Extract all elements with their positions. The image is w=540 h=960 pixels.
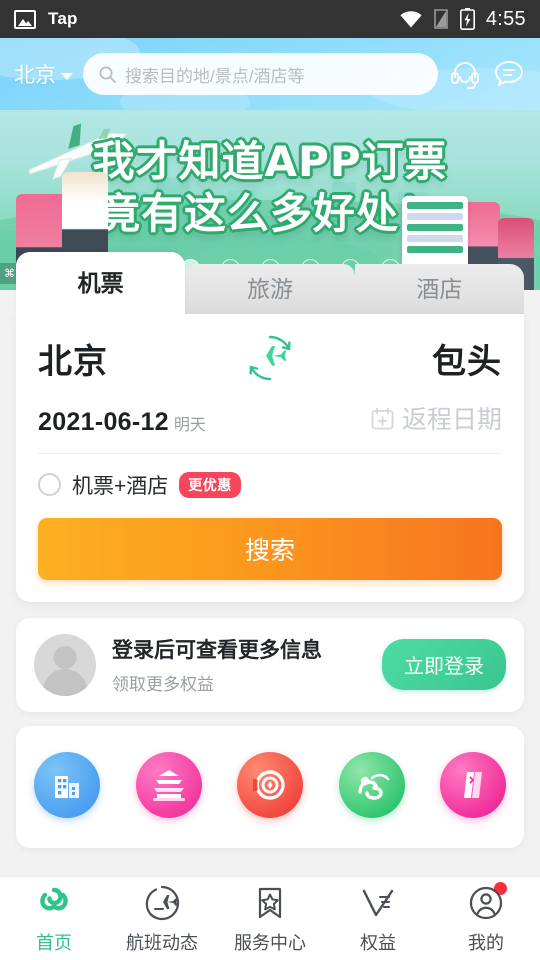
search-input[interactable]: 搜索目的地/景点/酒店等 [83,53,438,95]
nav-item-flight-status[interactable]: 航班动态 [108,883,216,955]
departure-city[interactable]: 北京 [38,334,108,383]
ad-logo-icon: ⌘ [4,268,15,280]
coupon-icon[interactable] [237,751,303,818]
app-header: 北京 搜索目的地/景点/酒店等 [0,38,540,110]
clock-label: 4:55 [485,7,526,30]
login-button[interactable]: 立即登录 [382,639,506,690]
tab-flights-label: 机票 [77,270,124,296]
nav-item-benefits-label: 权益 [360,932,396,953]
benefits-icon [358,883,398,923]
search-placeholder: 搜索目的地/景点/酒店等 [125,66,305,86]
booking-card: 机票 旅游 酒店 北京 包头 2021-06-12 明天 返程日期 机票+酒店 … [16,252,524,602]
nav-item-home-label: 首页 [36,932,72,953]
city-selector[interactable]: 北京 [14,59,73,89]
signal-icon [433,9,449,29]
hotel-icon[interactable] [34,751,100,818]
plane-swap-icon[interactable] [244,332,296,384]
nav-item-benefits[interactable]: 权益 [324,883,432,955]
app-name-label: Tap [48,9,78,28]
flight-hotel-label: 机票+酒店 [72,474,169,498]
nav-item-profile[interactable]: 我的 [432,881,540,955]
status-bar-right: 4:55 [400,8,526,31]
nav-item-home[interactable]: 首页 [0,883,108,955]
image-icon [14,9,36,29]
profile-icon [466,883,506,923]
nav-item-service-center-label: 服务中心 [234,932,306,953]
login-title: 登录后可查看更多信息 [112,639,322,662]
search-icon [99,66,116,83]
return-date-field[interactable]: 返程日期 [371,400,502,436]
chevron-down-icon [61,72,73,80]
route-row: 北京 包头 [38,332,502,384]
app-root: Tap 4:55 北京 搜索目的地/景点/酒店等 我才知道APP订票 竟有这么多… [0,0,540,960]
tab-hotels-label: 酒店 [416,276,463,302]
flight-hotel-checkbox[interactable] [38,473,61,496]
service-bookmark-icon [250,883,290,923]
bottom-navigation: 首页 航班动态 服务中心 权益 我的 [0,876,540,960]
departure-date-relative: 明天 [173,416,206,434]
message-icon[interactable] [492,57,526,91]
wifi-icon [400,10,422,28]
date-row: 2021-06-12 明天 返程日期 [38,400,502,454]
return-date-placeholder: 返程日期 [401,406,502,434]
home-spiral-icon [34,883,74,923]
tab-flights[interactable]: 机票 [16,252,186,314]
quick-entries [16,725,524,848]
ticket-icon[interactable] [440,751,506,818]
battery-charging-icon [459,8,475,31]
nav-item-profile-label: 我的 [468,932,504,953]
login-subtitle: 领取更多权益 [112,675,214,694]
tour-icon[interactable] [338,751,405,818]
flight-status-icon [142,883,182,923]
arrival-city[interactable]: 包头 [432,334,502,383]
search-button-label: 搜索 [244,536,295,565]
city-selector-label: 北京 [14,64,56,87]
departure-date-field[interactable]: 2021-06-12 明天 [38,408,206,437]
temple-icon[interactable] [135,751,202,818]
login-text: 登录后可查看更多信息 领取更多权益 [112,634,366,695]
flight-hotel-option[interactable]: 机票+酒店 更优惠 [38,470,502,500]
status-bar-left: Tap [14,9,78,29]
search-button[interactable]: 搜索 [38,517,502,580]
login-card[interactable]: 登录后可查看更多信息 领取更多权益 立即登录 [16,617,524,712]
tab-hotels[interactable]: 酒店 [354,264,524,314]
tab-tours-label: 旅游 [246,276,293,302]
tab-tours[interactable]: 旅游 [185,264,355,314]
calendar-icon [371,407,394,430]
headset-icon[interactable] [448,57,482,91]
nav-item-service-center[interactable]: 服务中心 [216,883,324,955]
booking-tabs: 机票 旅游 酒店 [16,252,524,314]
discount-badge: 更优惠 [179,471,241,498]
booking-panel: 北京 包头 2021-06-12 明天 返程日期 机票+酒店 更优惠 搜索 [16,314,524,602]
nav-item-flight-status-label: 航班动态 [126,932,198,953]
status-bar: Tap 4:55 [0,0,540,38]
departure-date: 2021-06-12 [38,407,169,436]
avatar-icon [34,633,96,696]
login-button-label: 立即登录 [404,656,484,678]
